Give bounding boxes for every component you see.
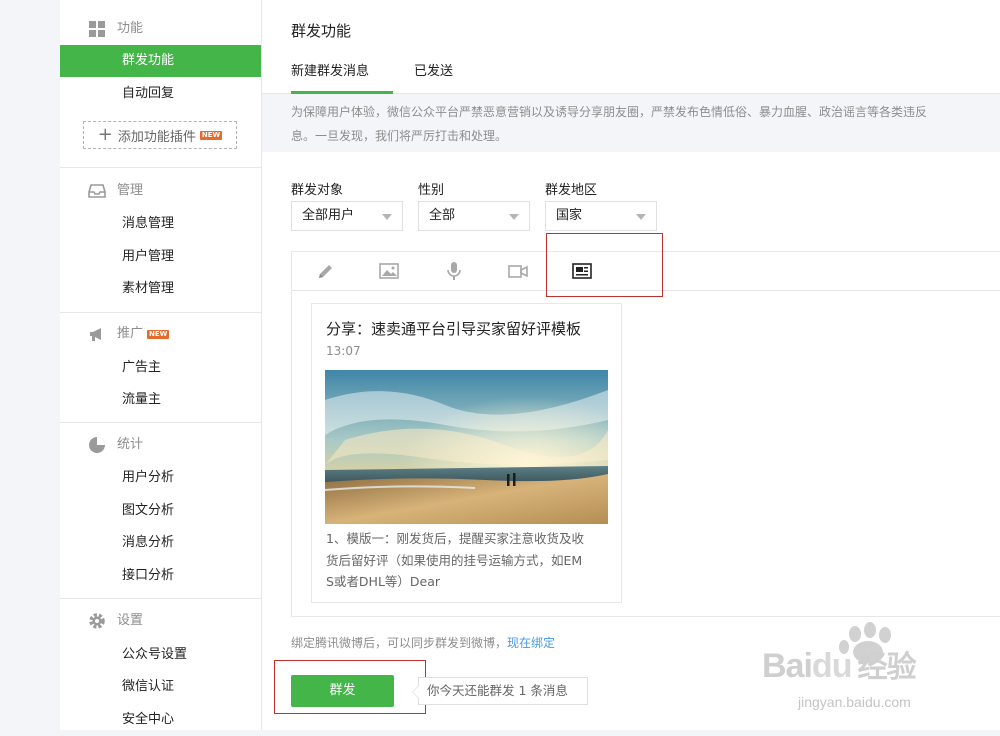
tab-new-mass-message[interactable]: 新建群发消息 — [291, 55, 393, 94]
article-time: 13:07 — [326, 344, 361, 358]
chevron-down-icon — [382, 214, 392, 220]
target-label: 群发对象 — [291, 183, 344, 198]
sidebar-item-mass-send[interactable]: 群发功能 — [60, 45, 261, 77]
weibo-bind-hint: 绑定腾讯微博后，可以同步群发到微博，现在绑定 — [291, 636, 556, 650]
sidebar-divider — [60, 598, 261, 599]
sidebar-item-article-analysis[interactable]: 图文分析 — [60, 495, 261, 527]
pie-chart-icon — [88, 436, 106, 454]
highlight-box — [546, 233, 663, 297]
sidebar-item-user-analysis[interactable]: 用户分析 — [60, 462, 261, 494]
new-badge: NEW — [147, 329, 170, 339]
sidebar-group-features: 功能 — [88, 19, 143, 39]
sidebar-item-message-analysis[interactable]: 消息分析 — [60, 527, 261, 559]
tab-sent[interactable]: 已发送 — [414, 55, 453, 91]
sidebar-group-promotion: 推广 NEW — [88, 324, 170, 344]
video-icon[interactable] — [508, 262, 528, 280]
image-icon[interactable] — [379, 262, 399, 280]
sidebar-divider — [60, 312, 261, 313]
sidebar-divider — [60, 167, 261, 168]
microphone-icon[interactable] — [444, 262, 464, 280]
region-select[interactable]: 国家 — [545, 201, 657, 231]
article-description: 1、模版一：刚发货后，提醒买家注意收货及收 货后留好评（如果使用的挂号运输方式，… — [326, 531, 584, 589]
plus-icon: + — [97, 124, 113, 145]
target-select[interactable]: 全部用户 — [291, 201, 403, 231]
sidebar-group-stats: 统计 — [88, 435, 143, 455]
inbox-icon — [88, 182, 106, 200]
sidebar-item-api-analysis[interactable]: 接口分析 — [60, 560, 261, 592]
sidebar-item-advertiser[interactable]: 广告主 — [60, 352, 261, 384]
bind-now-link[interactable]: 现在绑定 — [507, 636, 555, 650]
remaining-sends-tip: 你今天还能群发 1 条消息 — [412, 677, 588, 705]
sidebar-item-auto-reply[interactable]: 自动回复 — [60, 78, 261, 110]
gear-icon — [88, 612, 106, 630]
article-cover-image — [325, 370, 608, 524]
gender-label: 性别 — [418, 183, 445, 198]
highlight-box — [274, 660, 426, 714]
gender-select[interactable]: 全部 — [418, 201, 530, 231]
grid-icon — [88, 20, 106, 38]
new-badge: NEW — [199, 130, 223, 140]
main-panel: 群发功能 新建群发消息 已发送 为保障用户体验，微信公众平台严禁恶意营销以及诱导… — [262, 0, 1000, 730]
add-plugin-button[interactable]: + 添加功能插件 NEW — [83, 121, 237, 149]
article-title: 分享：速卖通平台引导买家留好评模板 — [326, 320, 582, 338]
left-gutter — [0, 0, 60, 730]
region-label: 群发地区 — [545, 183, 598, 198]
sidebar-group-settings: 设置 — [88, 611, 143, 631]
sidebar-group-manage: 管理 — [88, 181, 143, 201]
tab-bar: 新建群发消息 已发送 — [262, 55, 1000, 94]
megaphone-icon — [88, 325, 106, 343]
sidebar-item-messages[interactable]: 消息管理 — [60, 208, 261, 240]
sidebar-item-security[interactable]: 安全中心 — [60, 704, 261, 736]
sidebar-item-users[interactable]: 用户管理 — [60, 241, 261, 273]
pencil-icon[interactable] — [316, 262, 336, 280]
page-title: 群发功能 — [291, 22, 352, 40]
message-editor: 分享：速卖通平台引导买家留好评模板 13:07 1、模版一：刚发货后，提醒买家注… — [291, 251, 1000, 617]
chevron-down-icon — [509, 214, 519, 220]
sidebar-divider — [60, 422, 261, 423]
sidebar-item-publisher[interactable]: 流量主 — [60, 384, 261, 416]
article-card[interactable]: 分享：速卖通平台引导买家留好评模板 13:07 1、模版一：刚发货后，提醒买家注… — [311, 303, 622, 603]
policy-notice: 为保障用户体验，微信公众平台严禁恶意营销以及诱导分享朋友圈，严禁发布色情低俗、暴… — [262, 94, 1000, 152]
chevron-down-icon — [636, 214, 646, 220]
sidebar-item-verification[interactable]: 微信认证 — [60, 671, 261, 703]
sidebar: 功能 群发功能 自动回复 + 添加功能插件 NEW 管理 消息管理 用户管理 素… — [60, 0, 262, 730]
sidebar-item-materials[interactable]: 素材管理 — [60, 273, 261, 305]
sidebar-item-account-settings[interactable]: 公众号设置 — [60, 639, 261, 671]
